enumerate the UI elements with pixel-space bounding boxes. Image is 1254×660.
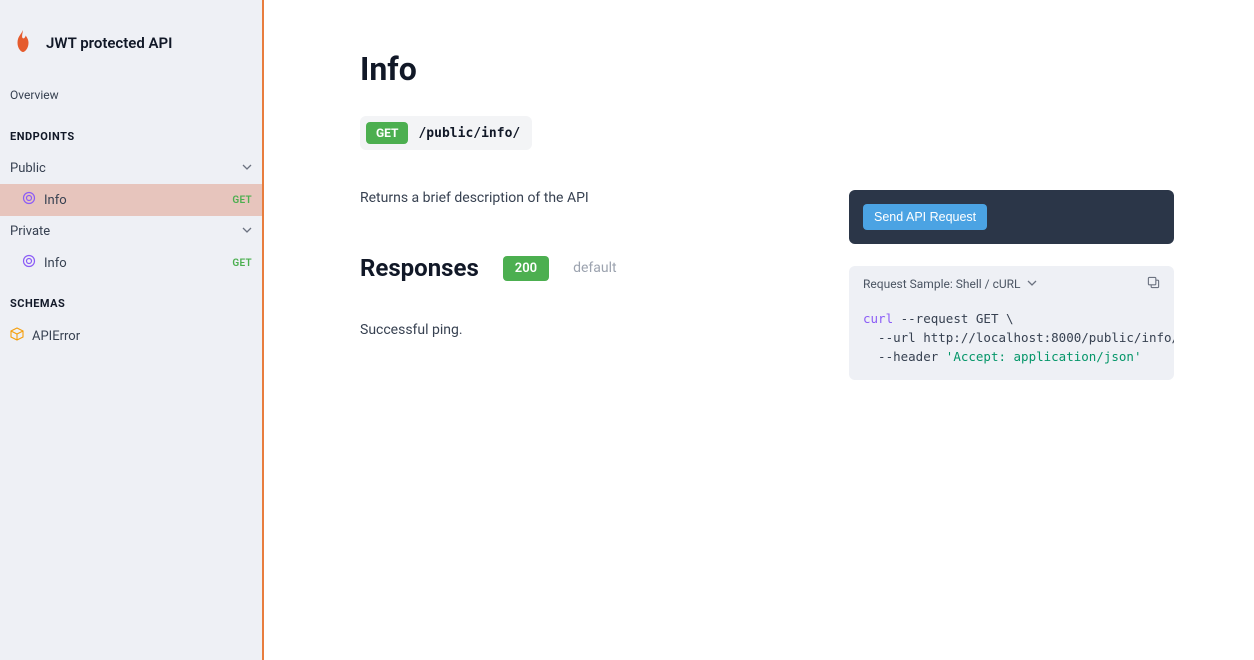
- sidebar-item-label: APIError: [32, 329, 80, 344]
- sidebar-item-label: Info: [44, 193, 67, 208]
- method-badge: GET: [366, 122, 408, 144]
- overview-link[interactable]: Overview: [0, 78, 262, 112]
- code-token: --url http://localhost:8000/public/info/…: [863, 330, 1174, 345]
- sidebar-group-label: Public: [10, 161, 46, 176]
- schemas-section-header: SCHEMAS: [0, 279, 262, 320]
- main-content: Info GET /public/info/ Returns a brief d…: [264, 0, 1254, 660]
- page-title: Info: [360, 50, 1174, 88]
- sidebar-item-private-info[interactable]: Info GET: [0, 247, 262, 279]
- response-description: Successful ping.: [360, 322, 809, 338]
- method-tag: GET: [232, 258, 252, 269]
- sidebar-group-public[interactable]: Public: [0, 153, 262, 184]
- chevron-down-icon: [1027, 277, 1037, 291]
- copy-icon[interactable]: [1147, 276, 1160, 292]
- endpoint-description: Returns a brief description of the API: [360, 190, 809, 206]
- send-api-request-button[interactable]: Send API Request: [863, 204, 987, 230]
- request-sample-label: Request Sample: Shell / cURL: [863, 277, 1021, 291]
- code-token-cmd: curl: [863, 311, 893, 326]
- default-tab[interactable]: default: [573, 260, 617, 276]
- box-icon: [10, 327, 24, 345]
- code-sample: curl --request GET \ --url http://localh…: [849, 302, 1174, 380]
- chevron-down-icon: [242, 161, 252, 176]
- sidebar: JWT protected API Overview ENDPOINTS Pub…: [0, 0, 264, 660]
- endpoint-pill: GET /public/info/: [360, 116, 532, 150]
- endpoint-path: /public/info/: [418, 126, 520, 141]
- code-token-string: 'Accept: application/json': [946, 349, 1142, 364]
- code-token: --request GET \: [893, 311, 1013, 326]
- request-sample-selector[interactable]: Request Sample: Shell / cURL: [863, 277, 1037, 291]
- api-title: JWT protected API: [46, 34, 173, 52]
- send-request-panel: Send API Request: [849, 190, 1174, 244]
- target-icon: [22, 191, 36, 209]
- status-badge-200[interactable]: 200: [503, 256, 549, 281]
- responses-heading: Responses: [360, 254, 479, 282]
- sidebar-group-private[interactable]: Private: [0, 216, 262, 247]
- sidebar-item-label: Info: [44, 256, 67, 271]
- target-icon: [22, 254, 36, 272]
- method-tag: GET: [232, 195, 252, 206]
- sidebar-item-schema-apierror[interactable]: APIError: [0, 320, 262, 352]
- responses-row: Responses 200 default: [360, 254, 809, 282]
- sidebar-group-label: Private: [10, 224, 50, 239]
- sidebar-header: JWT protected API: [0, 0, 262, 78]
- sidebar-item-public-info[interactable]: Info GET: [0, 184, 262, 216]
- request-sample-panel: Request Sample: Shell / cURL curl --requ…: [849, 266, 1174, 380]
- endpoints-section-header: ENDPOINTS: [0, 112, 262, 153]
- chevron-down-icon: [242, 224, 252, 239]
- code-token: --header: [863, 349, 946, 364]
- fire-icon: [12, 28, 34, 58]
